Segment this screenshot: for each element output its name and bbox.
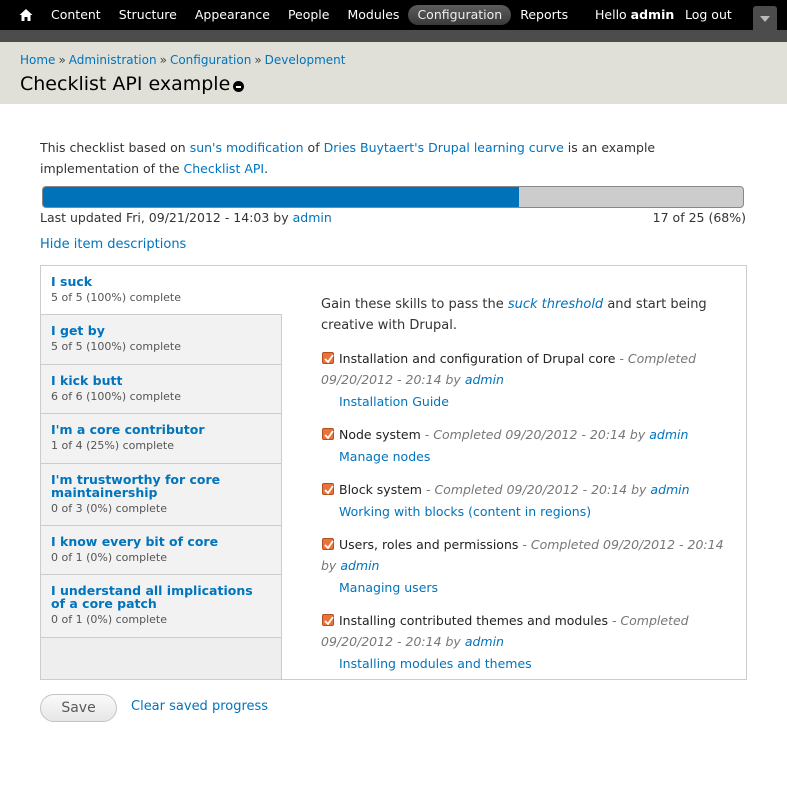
item-user-link[interactable]: admin [340, 558, 379, 573]
logout-link[interactable]: Log out [685, 0, 732, 30]
item-checkbox[interactable] [322, 483, 334, 495]
item-user-link[interactable]: admin [465, 634, 504, 649]
toolbar-item-content[interactable]: Content [42, 5, 110, 25]
vertical-tabs: I suck 5 of 5 (100%) complete I get by 5… [40, 265, 747, 680]
group-description: Gain these skills to pass the suck thres… [321, 294, 741, 336]
manage-nodes-link[interactable]: Manage nodes [321, 446, 741, 467]
tab-summary: 0 of 1 (0%) complete [51, 551, 167, 564]
last-updated-user-link[interactable]: admin [293, 210, 332, 225]
intro-text: This checklist based on sun's modificati… [40, 137, 752, 179]
vertical-tab-list: I suck 5 of 5 (100%) complete I get by 5… [41, 266, 282, 679]
installing-modules-link[interactable]: Installing modules and themes [321, 653, 741, 674]
admin-toolbar: Content Structure Appearance People Modu… [0, 0, 787, 30]
tab-summary: 0 of 1 (0%) complete [51, 613, 167, 626]
tab-core-maintainership[interactable]: I'm trustworthy for core maintainership … [41, 464, 281, 526]
tab-title: I get by [51, 323, 105, 338]
item-checkbox[interactable] [322, 614, 334, 626]
item-completed-meta: - Completed 09/20/2012 - 20:14 by [421, 482, 651, 497]
tab-i-kick-butt[interactable]: I kick butt 6 of 6 (100%) complete [41, 365, 281, 414]
breadcrumb-separator: » [58, 53, 66, 67]
last-updated: Last updated Fri, 09/21/2012 - 14:03 by … [40, 210, 332, 225]
hide-item-descriptions-link[interactable]: Hide item descriptions [40, 237, 186, 252]
description-text: Gain these skills to pass the [321, 297, 508, 312]
toolbar-item-appearance[interactable]: Appearance [186, 5, 279, 25]
user-greeting: Hello admin [595, 0, 674, 30]
home-icon[interactable] [18, 7, 34, 23]
item-checkbox[interactable] [322, 428, 334, 440]
breadcrumb-separator: » [159, 53, 167, 67]
tab-title: I'm trustworthy for core maintainership [51, 472, 221, 500]
item-label: Users, roles and permissions [339, 537, 519, 552]
toolbar-item-reports[interactable]: Reports [511, 5, 577, 25]
username[interactable]: admin [631, 7, 675, 22]
save-button[interactable]: Save [40, 694, 117, 722]
intro-text-part: This checklist based on [40, 140, 190, 155]
clear-saved-progress-link[interactable]: Clear saved progress [131, 699, 268, 714]
tab-i-get-by[interactable]: I get by 5 of 5 (100%) complete [41, 315, 281, 365]
vertical-tab-pane: Gain these skills to pass the suck thres… [321, 294, 741, 674]
breadcrumb: Home» Administration» Configuration» Develo… [20, 53, 345, 67]
tab-title: I suck [51, 274, 93, 289]
working-with-blocks-link[interactable]: Working with blocks (content in regions) [321, 501, 741, 522]
breadcrumb-home[interactable]: Home [20, 53, 55, 67]
item-user-link[interactable]: admin [650, 482, 689, 497]
managing-users-link[interactable]: Managing users [321, 577, 741, 598]
tab-core-contributor[interactable]: I'm a core contributor 1 of 4 (25%) comp… [41, 414, 281, 464]
tab-summary: 6 of 6 (100%) complete [51, 390, 181, 403]
item-label: Node system [339, 427, 421, 442]
learning-curve-link[interactable]: Dries Buytaert's Drupal learning curve [324, 140, 564, 155]
tab-title: I understand all implications of a core … [51, 583, 253, 611]
suck-threshold-text: suck threshold [507, 297, 604, 312]
hello-text: Hello [595, 7, 627, 22]
toolbar-item-people[interactable]: People [279, 5, 339, 25]
tab-summary: 5 of 5 (100%) complete [51, 340, 181, 353]
tab-title: I'm a core contributor [51, 422, 205, 437]
checklist-item: Block system - Completed 09/20/2012 - 20… [321, 479, 741, 522]
tab-core-patch-implications[interactable]: I understand all implications of a core … [41, 575, 281, 638]
remove-shortcut-icon[interactable] [233, 81, 244, 92]
intro-text-part: . [264, 161, 269, 176]
item-label: Installation and configuration of Drupal… [339, 351, 616, 366]
breadcrumb-administration[interactable]: Administration [69, 53, 157, 67]
installation-guide-link[interactable]: Installation Guide [321, 391, 741, 412]
tab-summary: 0 of 3 (0%) complete [51, 502, 167, 515]
checklist-item: Users, roles and permissions - Completed… [321, 534, 741, 598]
tab-title: I know every bit of core [51, 534, 219, 549]
progress-count: 17 of 25 (68%) [652, 210, 746, 225]
toolbar-item-configuration[interactable]: Configuration [408, 5, 512, 25]
item-user-link[interactable]: admin [465, 372, 504, 387]
suns-modification-link[interactable]: sun's modification [190, 140, 304, 155]
page-header: Home» Administration» Configuration» Develo… [0, 42, 787, 104]
shortcuts-toggle-icon[interactable] [753, 6, 777, 30]
progress-bar [42, 186, 744, 208]
breadcrumb-development[interactable]: Development [265, 53, 346, 67]
progress-bar-fill [43, 187, 519, 207]
last-updated-text: Last updated Fri, 09/21/2012 - 14:03 by [40, 210, 293, 225]
toolbar-item-structure[interactable]: Structure [110, 5, 186, 25]
breadcrumb-separator: » [254, 53, 262, 67]
checklist-item: Installing contributed themes and module… [321, 610, 741, 674]
breadcrumb-configuration[interactable]: Configuration [170, 53, 251, 67]
shortcuts-bar [0, 30, 787, 42]
tab-summary: 1 of 4 (25%) complete [51, 439, 174, 452]
item-label: Block system [339, 482, 422, 497]
tab-i-suck[interactable]: I suck 5 of 5 (100%) complete [41, 266, 282, 315]
tab-every-bit-of-core[interactable]: I know every bit of core 0 of 1 (0%) com… [41, 526, 281, 575]
item-user-link[interactable]: admin [649, 427, 688, 442]
item-completed-meta: - Completed 09/20/2012 - 20:14 by [420, 427, 650, 442]
item-checkbox[interactable] [322, 352, 334, 364]
tab-summary: 5 of 5 (100%) complete [51, 291, 181, 304]
item-checkbox[interactable] [322, 538, 334, 550]
checklist-item: Installation and configuration of Drupal… [321, 348, 741, 412]
page-title: Checklist API example [20, 73, 231, 95]
suck-threshold-link[interactable]: suck threshold [508, 297, 603, 312]
item-label: Installing contributed themes and module… [339, 613, 608, 628]
toolbar-menu: Content Structure Appearance People Modu… [42, 0, 577, 30]
intro-text-part: of [303, 140, 324, 155]
toolbar-item-modules[interactable]: Modules [338, 5, 408, 25]
checklist-api-link[interactable]: Checklist API [184, 161, 265, 176]
tab-title: I kick butt [51, 373, 123, 388]
checklist-item: Node system - Completed 09/20/2012 - 20:… [321, 424, 741, 467]
